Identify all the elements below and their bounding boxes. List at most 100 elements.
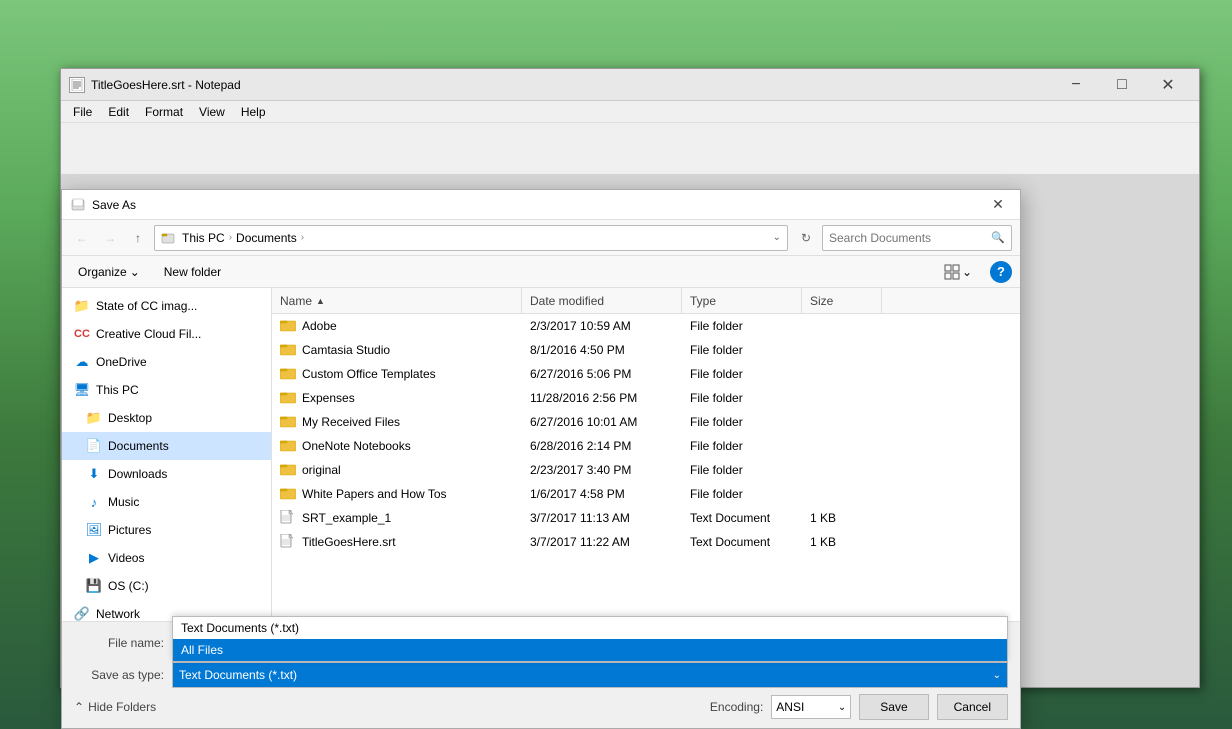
- file-date-cell: 6/27/2016 5:06 PM: [522, 362, 682, 386]
- savetype-value: Text Documents (*.txt): [179, 668, 297, 682]
- text-file-icon: [280, 510, 296, 526]
- save-button[interactable]: Save: [859, 694, 928, 720]
- folder-icon: [280, 390, 296, 406]
- up-button[interactable]: ↑: [126, 226, 150, 250]
- col-header-size[interactable]: Size: [802, 288, 882, 313]
- search-box[interactable]: 🔍: [822, 225, 1012, 251]
- cancel-button[interactable]: Cancel: [937, 694, 1008, 720]
- dialog-titlebar: Save As ✕: [62, 190, 1020, 220]
- table-row[interactable]: Custom Office Templates 6/27/2016 5:06 P…: [272, 362, 1020, 386]
- table-row[interactable]: OneNote Notebooks 6/28/2016 2:14 PM File…: [272, 434, 1020, 458]
- hide-folders-button[interactable]: ⌃ Hide Folders: [74, 700, 156, 714]
- savetype-label: Save as type:: [74, 668, 164, 682]
- table-row[interactable]: SRT_example_1 3/7/2017 11:13 AM Text Doc…: [272, 506, 1020, 530]
- address-bar[interactable]: This PC › Documents › ⌄: [154, 225, 788, 251]
- file-name-cell: White Papers and How Tos: [272, 482, 522, 506]
- organize-button[interactable]: Organize ⌄: [70, 263, 148, 281]
- documents-folder-icon: 📄: [86, 438, 102, 454]
- menu-format[interactable]: Format: [137, 103, 191, 121]
- help-button[interactable]: ?: [990, 261, 1012, 283]
- table-row[interactable]: Adobe 2/3/2017 10:59 AM File folder: [272, 314, 1020, 338]
- dialog-title-icon: [70, 197, 86, 213]
- table-row[interactable]: White Papers and How Tos 1/6/2017 4:58 P…: [272, 482, 1020, 506]
- creative-cloud-icon: CC: [74, 326, 90, 342]
- file-name: Expenses: [302, 391, 355, 405]
- file-date-cell: 2/3/2017 10:59 AM: [522, 314, 682, 338]
- sidebar-item-state-cc[interactable]: 📁 State of CC imag...: [62, 292, 271, 320]
- table-row[interactable]: Expenses 11/28/2016 2:56 PM File folder: [272, 386, 1020, 410]
- notepad-icon: [69, 77, 85, 93]
- notepad-titlebar: TitleGoesHere.srt - Notepad − □ ✕: [61, 69, 1199, 101]
- col-header-date[interactable]: Date modified: [522, 288, 682, 313]
- sidebar-item-desktop[interactable]: 📁 Desktop: [62, 404, 271, 432]
- file-type-cell: Text Document: [682, 506, 802, 530]
- folder-icon: [280, 366, 296, 382]
- search-input[interactable]: [829, 231, 987, 245]
- file-type-cell: File folder: [682, 386, 802, 410]
- view-button[interactable]: ⌄: [940, 262, 976, 282]
- menu-help[interactable]: Help: [233, 103, 274, 121]
- sidebar-item-creative-cloud[interactable]: CC Creative Cloud Fil...: [62, 320, 271, 348]
- file-name: Custom Office Templates: [302, 367, 436, 381]
- menu-file[interactable]: File: [65, 103, 100, 121]
- file-name: original: [302, 463, 341, 477]
- file-type-cell: File folder: [682, 338, 802, 362]
- savetype-select[interactable]: Text Documents (*.txt) ⌄: [172, 662, 1008, 688]
- table-row[interactable]: Camtasia Studio 8/1/2016 4:50 PM File fo…: [272, 338, 1020, 362]
- back-button[interactable]: ←: [70, 226, 94, 250]
- file-name: Camtasia Studio: [302, 343, 390, 357]
- file-name: My Received Files: [302, 415, 400, 429]
- sidebar-item-documents[interactable]: 📄 Documents: [62, 432, 271, 460]
- minimize-button[interactable]: −: [1053, 69, 1099, 101]
- col-header-type[interactable]: Type: [682, 288, 802, 313]
- file-date-cell: 2/23/2017 3:40 PM: [522, 458, 682, 482]
- organize-chevron-icon: ⌄: [130, 265, 140, 279]
- desktop-folder-icon: 📁: [86, 410, 102, 426]
- sidebar-item-downloads[interactable]: ⬇ Downloads: [62, 460, 271, 488]
- dropdown-option-all[interactable]: All Files: [173, 639, 1007, 661]
- col-header-name[interactable]: Name ▲: [272, 288, 522, 313]
- dialog-overlay: Save As ✕ ← → ↑ This PC › Documen: [61, 174, 1199, 687]
- path-documents[interactable]: Documents: [236, 231, 297, 245]
- sidebar-item-os-c[interactable]: 💾 OS (C:): [62, 572, 271, 600]
- sidebar-item-videos[interactable]: ▶ Videos: [62, 544, 271, 572]
- forward-button[interactable]: →: [98, 226, 122, 250]
- file-list-header: Name ▲ Date modified Type Size: [272, 288, 1020, 314]
- sidebar-item-label-state-cc: State of CC imag...: [96, 299, 197, 313]
- encoding-select[interactable]: ANSI ⌄: [771, 695, 851, 719]
- file-name-cell: TitleGoesHere.srt: [272, 530, 522, 554]
- drive-icon: 💾: [86, 578, 102, 594]
- new-folder-button[interactable]: New folder: [156, 263, 229, 281]
- downloads-icon: ⬇: [86, 466, 102, 482]
- folder-icon: [280, 318, 296, 334]
- sidebar-item-pictures[interactable]: 🖼 Pictures: [62, 516, 271, 544]
- notepad-controls: − □ ✕: [1053, 69, 1191, 101]
- dropdown-option-txt[interactable]: Text Documents (*.txt): [173, 617, 1007, 639]
- file-name-cell: Adobe: [272, 314, 522, 338]
- sidebar-item-label-this-pc: This PC: [96, 383, 139, 397]
- sidebar-item-onedrive[interactable]: ☁ OneDrive: [62, 348, 271, 376]
- menu-view[interactable]: View: [191, 103, 233, 121]
- table-row[interactable]: original 2/23/2017 3:40 PM File folder: [272, 458, 1020, 482]
- sidebar-item-label-music: Music: [108, 495, 139, 509]
- music-icon: ♪: [86, 494, 102, 510]
- sidebar-item-music[interactable]: ♪ Music: [62, 488, 271, 516]
- view-chevron-icon: ⌄: [962, 265, 972, 279]
- search-icon[interactable]: 🔍: [991, 231, 1005, 244]
- table-row[interactable]: TitleGoesHere.srt 3/7/2017 11:22 AM Text…: [272, 530, 1020, 554]
- address-dropdown-icon[interactable]: ⌄: [773, 232, 781, 243]
- sidebar-item-this-pc[interactable]: 🖥 This PC: [62, 376, 271, 404]
- notepad-title: TitleGoesHere.srt - Notepad: [91, 78, 1053, 92]
- dialog-close-button[interactable]: ✕: [984, 193, 1012, 217]
- file-name-cell: My Received Files: [272, 410, 522, 434]
- encoding-value: ANSI: [776, 700, 804, 714]
- notepad-close-button[interactable]: ✕: [1145, 69, 1191, 101]
- file-name: OneNote Notebooks: [302, 439, 411, 453]
- menu-edit[interactable]: Edit: [100, 103, 137, 121]
- onedrive-icon: ☁: [74, 354, 90, 370]
- refresh-button[interactable]: ↻: [794, 226, 818, 250]
- savetype-dropdown[interactable]: Text Documents (*.txt) All Files: [172, 616, 1008, 662]
- path-this-pc[interactable]: This PC: [182, 231, 225, 245]
- table-row[interactable]: My Received Files 6/27/2016 10:01 AM Fil…: [272, 410, 1020, 434]
- maximize-button[interactable]: □: [1099, 69, 1145, 101]
